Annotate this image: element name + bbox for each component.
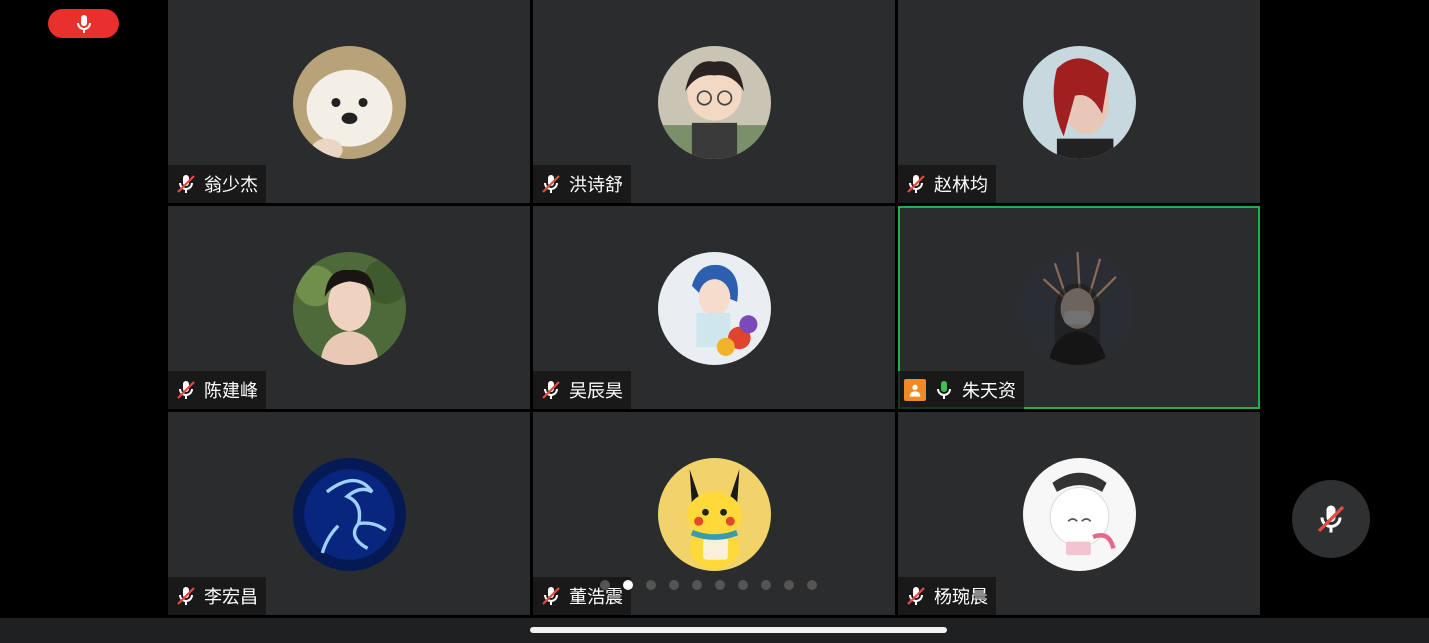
page-dot[interactable] (784, 580, 794, 590)
mic-off-icon (904, 584, 928, 608)
participant-tile[interactable]: 洪诗舒 (533, 0, 895, 203)
avatar (293, 46, 406, 159)
mic-off-icon (904, 172, 928, 196)
page-dot[interactable] (669, 580, 679, 590)
mic-off-icon (174, 172, 198, 196)
mic-off-icon (1317, 505, 1345, 533)
avatar (1023, 458, 1136, 571)
name-label: 李宏昌 (168, 577, 266, 615)
participant-name: 李宏昌 (204, 587, 258, 608)
page-dot[interactable] (738, 580, 748, 590)
participant-name: 翁少杰 (204, 175, 258, 196)
page-dot[interactable] (600, 580, 610, 590)
mic-off-icon (539, 378, 563, 402)
host-badge-icon (904, 379, 926, 401)
avatar (1023, 46, 1136, 159)
page-dot[interactable] (761, 580, 771, 590)
participant-name: 吴辰昊 (569, 381, 623, 402)
participant-tile[interactable]: 赵林均 (898, 0, 1260, 203)
avatar (658, 46, 771, 159)
avatar (658, 252, 771, 365)
avatar (293, 252, 406, 365)
participant-tile[interactable]: 吴辰昊 (533, 206, 895, 409)
mic-off-icon (539, 172, 563, 196)
name-label: 吴辰昊 (533, 371, 631, 409)
participant-name: 杨琬晨 (934, 587, 988, 608)
page-dot[interactable] (646, 580, 656, 590)
name-label: 杨琬晨 (898, 577, 996, 615)
participant-name: 赵林均 (934, 175, 988, 196)
mic-off-icon (174, 584, 198, 608)
name-label: 朱天资 (898, 371, 1024, 409)
avatar (658, 458, 771, 571)
participant-tile[interactable]: 杨琬晨 (898, 412, 1260, 615)
page-indicator[interactable] (600, 580, 817, 590)
mic-active-icon (932, 378, 956, 402)
avatar (1021, 252, 1134, 365)
home-indicator[interactable] (530, 627, 947, 633)
name-label: 赵林均 (898, 165, 996, 203)
participant-grid: 翁少杰 洪诗舒 赵林均 陈建峰 吴辰昊 朱天资 李宏昌 董浩震 杨琬晨 (168, 0, 1260, 615)
name-label: 陈建峰 (168, 371, 266, 409)
mic-off-icon (174, 378, 198, 402)
participant-tile[interactable]: 李宏昌 (168, 412, 530, 615)
name-label: 洪诗舒 (533, 165, 631, 203)
page-dot[interactable] (692, 580, 702, 590)
recording-indicator[interactable] (48, 9, 119, 38)
participant-tile[interactable]: 陈建峰 (168, 206, 530, 409)
page-dot[interactable] (715, 580, 725, 590)
mute-button[interactable] (1292, 480, 1370, 558)
participant-tile[interactable]: 翁少杰 (168, 0, 530, 203)
mic-icon (72, 12, 96, 36)
avatar (293, 458, 406, 571)
mic-off-icon (539, 584, 563, 608)
participant-name: 陈建峰 (204, 381, 258, 402)
name-label: 翁少杰 (168, 165, 266, 203)
participant-name: 洪诗舒 (569, 175, 623, 196)
participant-tile-active[interactable]: 朱天资 (898, 206, 1260, 409)
page-dot[interactable] (807, 580, 817, 590)
page-dot[interactable] (623, 580, 633, 590)
participant-name: 朱天资 (962, 381, 1016, 402)
